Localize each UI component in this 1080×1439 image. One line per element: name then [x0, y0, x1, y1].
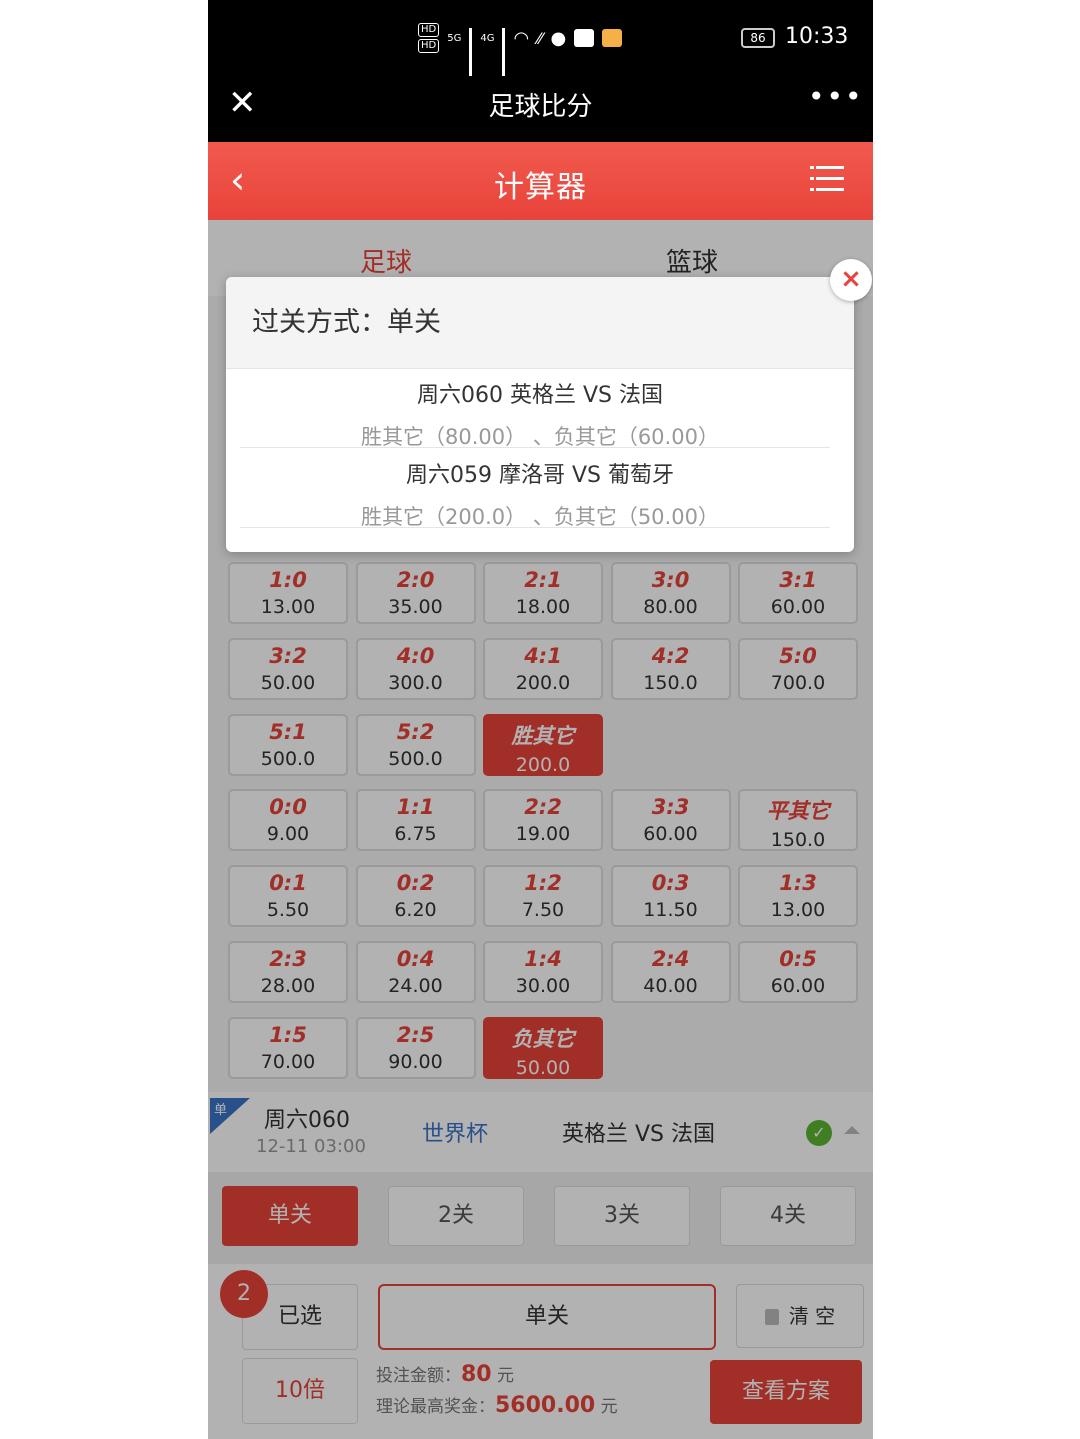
app-icon: [602, 29, 623, 47]
app-title: 足球比分: [488, 92, 593, 122]
hd-badge: HD: [418, 23, 440, 37]
signal-icon: [502, 28, 506, 76]
network-label: 5G: [447, 32, 462, 44]
clock: 10:33: [785, 24, 849, 49]
modal-match-item: 周六059 摩洛哥 VS 葡萄牙 胜其它（200.0） 、负其它（50.00）: [226, 457, 854, 531]
modal-close-icon[interactable]: ×: [830, 259, 872, 301]
modal-match-item: 周六060 英格兰 VS 法国 胜其它（80.00） 、负其它（60.00）: [226, 377, 854, 451]
status-bar: HD HD 5G 4G ◠ ⁄⁄ ● 86 10:33: [208, 0, 873, 76]
more-icon[interactable]: •••: [808, 80, 864, 113]
divider: [240, 527, 830, 528]
link-icon: ⁄⁄: [537, 28, 543, 48]
hd-badge: HD: [418, 39, 440, 53]
page-title: 计算器: [494, 170, 587, 205]
divider: [240, 447, 830, 448]
page-header: ‹ 计算器: [208, 142, 873, 220]
battery-icon: 86: [741, 28, 775, 48]
app-icon: [574, 29, 595, 47]
modal-match-title: 周六060 英格兰 VS 法国: [417, 383, 663, 408]
network-label: 4G: [480, 32, 495, 44]
modal-match-title: 周六059 摩洛哥 VS 葡萄牙: [406, 463, 674, 488]
title-bar: ✕ 足球比分 •••: [208, 76, 873, 142]
modal-title: 过关方式：单关: [226, 277, 854, 369]
list-menu-icon[interactable]: [810, 166, 844, 196]
status-icons: HD HD 5G 4G ◠ ⁄⁄ ●: [418, 22, 623, 76]
signal-icon: [469, 28, 473, 76]
pass-mode-modal: 过关方式：单关 周六060 英格兰 VS 法国 胜其它（80.00） 、负其它（…: [226, 277, 854, 552]
wechat-icon: ●: [550, 27, 567, 49]
wifi-icon: ◠: [513, 27, 530, 49]
phone-screen: HD HD 5G 4G ◠ ⁄⁄ ● 86 10:33 ✕ 足球比分 ••• ‹…: [208, 0, 873, 1439]
